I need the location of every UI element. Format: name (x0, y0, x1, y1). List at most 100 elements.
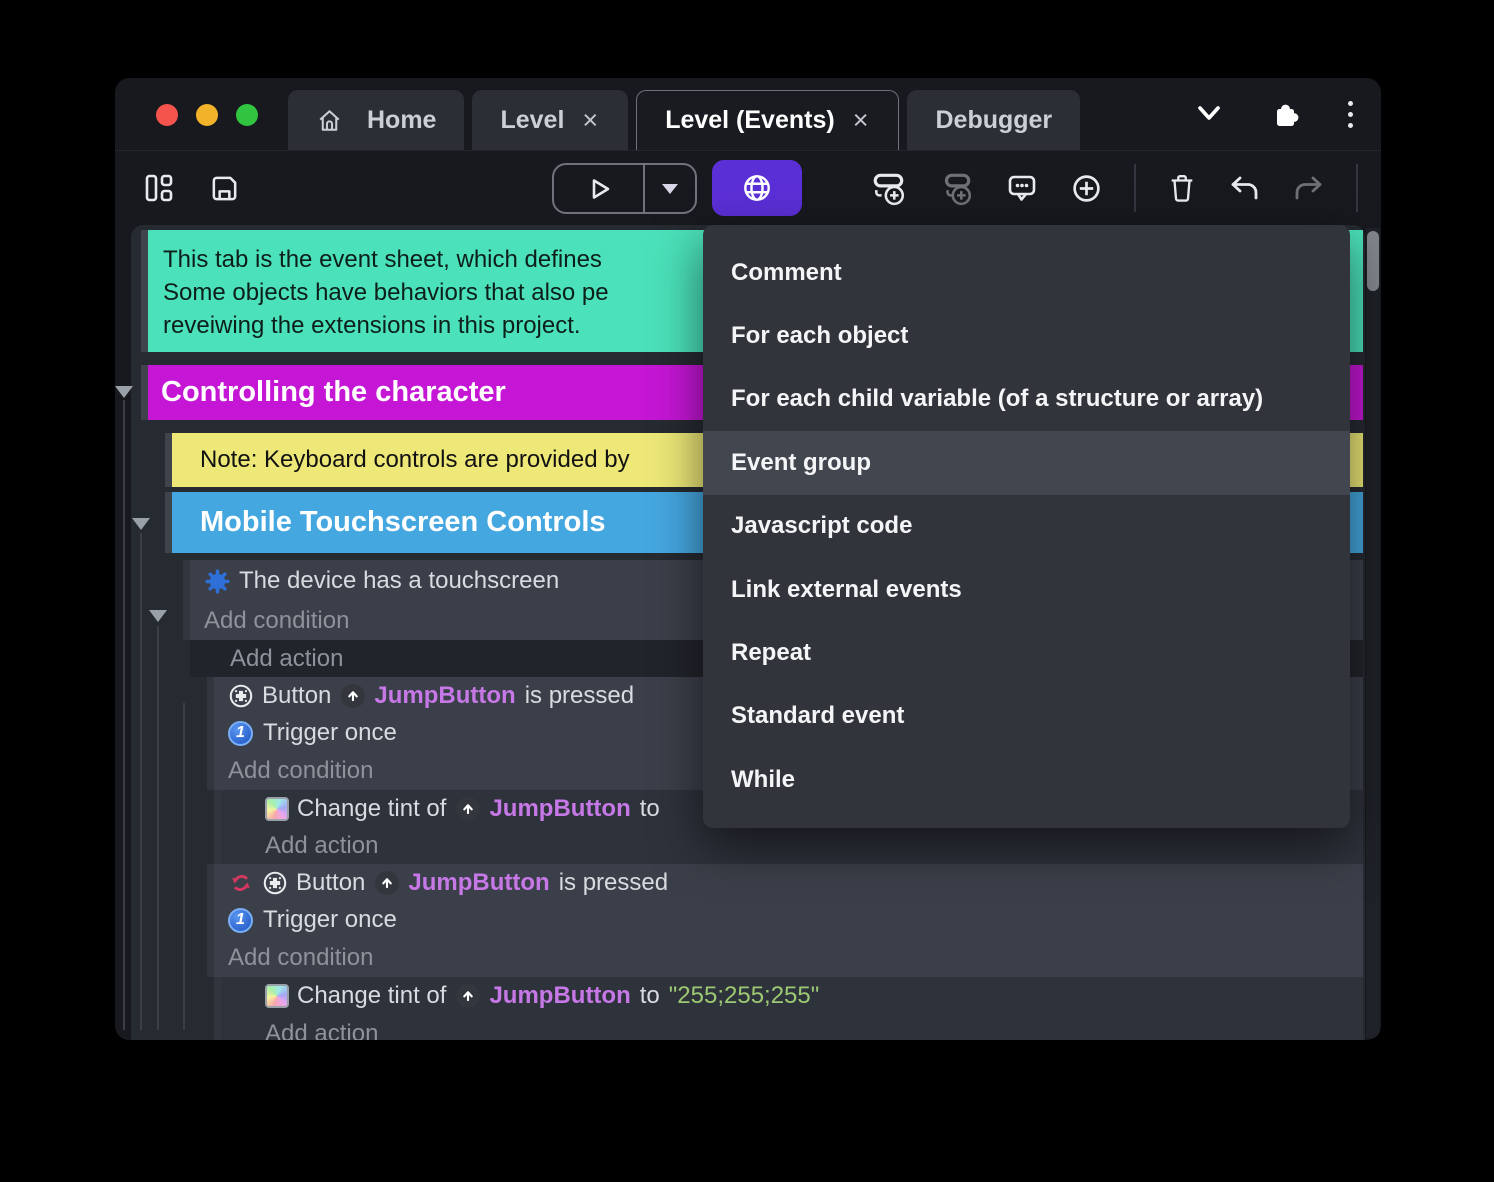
menu-item-link-external-events[interactable]: Link external events (703, 558, 1350, 621)
button-plugin-icon (262, 870, 288, 896)
tab-level-label: Level (500, 105, 565, 134)
add-event-button[interactable] (871, 170, 907, 206)
preview-options-button[interactable] (645, 165, 695, 212)
menu-item-comment[interactable]: Comment (703, 241, 1350, 304)
condition-text: is pressed (558, 868, 669, 896)
indent-guide (140, 533, 142, 1030)
add-action-link[interactable]: Add action (214, 827, 1363, 864)
add-event-context-menu: Comment For each object For each child v… (703, 225, 1350, 828)
condition-text: Trigger once (263, 906, 397, 934)
scrollbar-thumb[interactable] (1367, 231, 1379, 291)
zoom-window-button[interactable] (236, 104, 258, 126)
trigger-once-icon: 1 (228, 907, 253, 933)
vertical-scrollbar[interactable] (1366, 228, 1380, 1038)
tab-level[interactable]: Level × (472, 90, 629, 150)
tab-debugger-label: Debugger (935, 105, 1053, 134)
indent-guide (183, 703, 185, 1030)
object-name: JumpButton (489, 794, 631, 822)
menu-item-for-each-child-variable[interactable]: For each child variable (of a structure … (703, 368, 1350, 431)
collapse-arrow-icon[interactable] (115, 386, 133, 398)
object-name: JumpButton (489, 982, 631, 1009)
menu-item-javascript-code[interactable]: Javascript code (703, 495, 1350, 558)
add-object-button[interactable] (1070, 172, 1103, 205)
condition-text: The device has a touchscreen (239, 567, 560, 594)
object-type: Button (262, 681, 332, 709)
invert-condition-icon (228, 870, 254, 896)
object-name: JumpButton (374, 681, 516, 709)
button-plugin-icon (228, 683, 254, 709)
group-title: Mobile Touchscreen Controls (200, 506, 606, 538)
tint-color-icon (265, 796, 289, 821)
preview-button[interactable] (554, 165, 643, 212)
condition-text: is pressed (524, 681, 635, 709)
tab-home[interactable]: Home (288, 90, 465, 150)
collapse-arrow-icon[interactable] (132, 518, 150, 530)
delete-button[interactable] (1167, 172, 1197, 204)
instance-up-arrow-icon (456, 984, 481, 1008)
menu-item-for-each-object[interactable]: For each object (703, 304, 1350, 367)
tab-list-dropdown-button[interactable] (1194, 103, 1224, 125)
add-subevent-icon (938, 170, 974, 206)
menu-item-event-group[interactable]: Event group (703, 431, 1350, 495)
condition-row[interactable]: 1 Trigger once (214, 902, 1363, 940)
condition-row[interactable]: Button JumpButton is pressed (214, 864, 1363, 902)
menu-item-repeat[interactable]: Repeat (703, 621, 1350, 684)
minimize-window-button[interactable] (196, 104, 218, 126)
toolbar-divider (1134, 164, 1136, 212)
tab-debugger[interactable]: Debugger (907, 90, 1081, 150)
comment-bubble-icon (1005, 171, 1039, 205)
tab-level-events-close-icon[interactable]: × (851, 107, 871, 134)
action-row-change-tint-2[interactable]: Change tint of JumpButton to "255;255;25… (214, 977, 1363, 1015)
menu-item-standard-event[interactable]: Standard event (703, 685, 1350, 748)
undo-button[interactable] (1228, 174, 1261, 203)
tab-level-close-icon[interactable]: × (580, 106, 600, 134)
layout-view-button[interactable] (143, 172, 175, 204)
preview-split-button (552, 163, 697, 214)
home-icon (316, 107, 343, 134)
preview-over-network-button[interactable] (712, 160, 802, 216)
close-window-button[interactable] (156, 104, 178, 126)
add-event-icon (871, 170, 907, 206)
group-title: Controlling the character (161, 376, 506, 408)
main-menu-button[interactable] (1348, 100, 1353, 128)
kebab-menu-icon (1348, 100, 1353, 128)
note-text: Note: Keyboard controls are provided by (200, 446, 630, 473)
indent-guide (157, 626, 159, 1030)
tab-level-events[interactable]: Level (Events) × (636, 90, 900, 150)
titlebar-buttons (1194, 78, 1353, 150)
toolbar (115, 150, 1381, 225)
indent-guide (123, 400, 125, 1030)
tab-home-label: Home (367, 105, 437, 134)
toolbar-divider (1356, 164, 1358, 212)
layout-panels-icon (143, 172, 175, 204)
traffic-lights (156, 104, 258, 126)
redo-icon (1292, 174, 1325, 203)
play-icon (583, 173, 615, 205)
save-floppy-icon (209, 173, 240, 204)
event-block-jumpbutton-pressed-2[interactable]: Button JumpButton is pressed 1 Trigger o… (207, 864, 1363, 977)
menu-item-while[interactable]: While (703, 748, 1350, 811)
gear-icon (204, 568, 231, 595)
add-subevent-button[interactable] (938, 170, 974, 206)
redo-button[interactable] (1292, 174, 1325, 203)
app-window: Home Level × Level (Events) × Debugger T… (115, 78, 1381, 1040)
globe-icon (740, 171, 774, 205)
tint-value: "255;255;255" (668, 982, 820, 1009)
caret-down-icon (662, 183, 678, 194)
add-action-link[interactable]: Add action (214, 1015, 1363, 1040)
instance-up-arrow-icon (341, 683, 366, 708)
puzzle-icon (1270, 98, 1302, 130)
instance-up-arrow-icon (375, 870, 400, 895)
collapse-arrow-icon[interactable] (149, 610, 167, 622)
tab-level-events-label: Level (Events) (665, 106, 835, 134)
add-condition-link[interactable]: Add condition (214, 939, 1363, 977)
chevron-down-icon (1194, 103, 1224, 125)
save-button[interactable] (209, 173, 240, 204)
add-comment-button[interactable] (1005, 171, 1039, 205)
condition-text: Trigger once (263, 719, 397, 747)
trash-icon (1167, 172, 1197, 204)
addons-button[interactable] (1270, 98, 1302, 130)
trigger-once-icon: 1 (228, 720, 253, 746)
tab-bar: Home Level × Level (Events) × Debugger (115, 78, 1381, 150)
tint-color-icon (265, 984, 289, 1008)
